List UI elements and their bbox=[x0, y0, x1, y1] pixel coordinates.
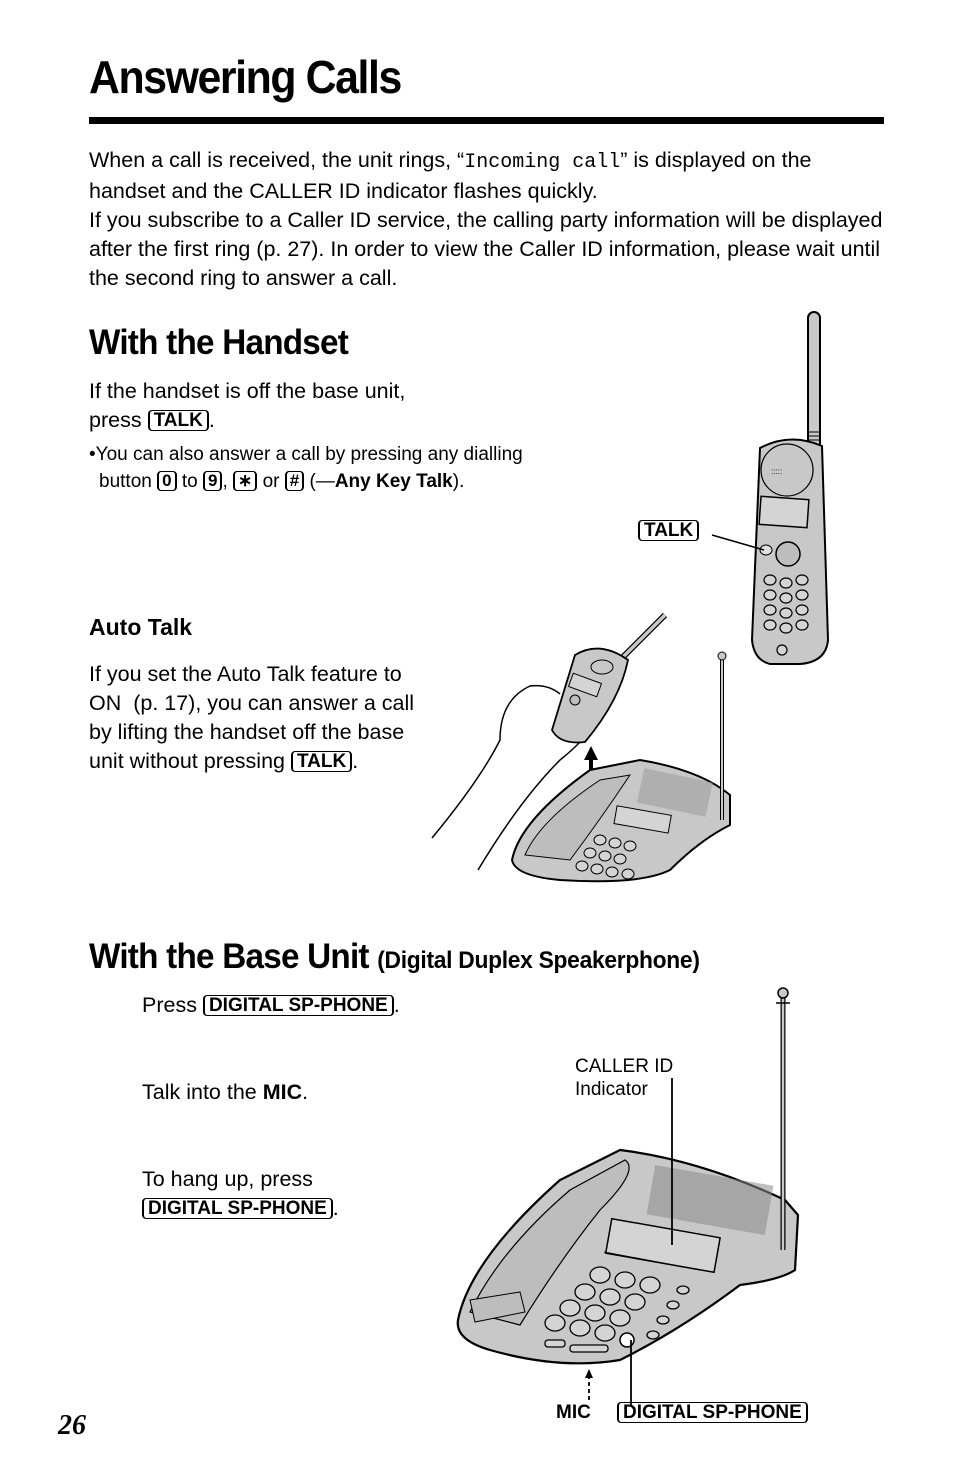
page-number: 26 bbox=[58, 1410, 86, 1441]
digital-sp-phone-key: DIGITAL SP-PHONE bbox=[202, 995, 394, 1016]
digital-sp-phone-key-label: DIGITAL SP-PHONE bbox=[617, 1402, 808, 1423]
talk-key-label: TALK bbox=[638, 520, 700, 541]
caller-id-indicator-label: CALLER ID Indicator bbox=[575, 1055, 673, 1101]
step3-text: To hang up, press bbox=[142, 1167, 313, 1191]
auto-talk-line-1: If you set the Auto Talk feature to bbox=[89, 662, 402, 686]
auto-talk-text: If you set the Auto Talk feature to ON (… bbox=[89, 660, 469, 776]
base-heading-main: With the Base Unit bbox=[89, 937, 370, 976]
mic-label: MIC bbox=[556, 1402, 591, 1423]
talk-key: TALK bbox=[290, 751, 353, 772]
period: . bbox=[352, 749, 359, 773]
mic-arrow bbox=[585, 1369, 593, 1400]
auto-talk-line-4-text: unit without pressing bbox=[89, 749, 285, 773]
sp-phone-figure-label: DIGITAL SP-PHONE bbox=[617, 1402, 808, 1424]
caller-id-label-line-1: CALLER ID bbox=[575, 1056, 674, 1077]
step1-text: Press bbox=[142, 993, 197, 1017]
sp-phone-button bbox=[619, 1332, 635, 1348]
mic-bold: MIC bbox=[262, 1080, 303, 1104]
base-step-2: Talk into the MIC. bbox=[142, 1078, 308, 1107]
auto-talk-heading: Auto Talk bbox=[89, 614, 193, 640]
period: . bbox=[302, 1080, 309, 1104]
base-step-1: Press DIGITAL SP-PHONE. bbox=[142, 991, 400, 1020]
auto-talk-line-4: unit without pressing TALK. bbox=[89, 747, 469, 776]
handset-antenna bbox=[807, 311, 821, 453]
digital-sp-phone-key: DIGITAL SP-PHONE bbox=[142, 1198, 333, 1219]
section-heading-base-unit: With the Base Unit (Digital Duplex Speak… bbox=[89, 937, 700, 977]
base-step-3: To hang up, press DIGITAL SP-PHONE. bbox=[142, 1165, 339, 1223]
auto-talk-line-2: ON (p. 17), you can answer a call bbox=[89, 691, 415, 715]
period: . bbox=[393, 993, 400, 1017]
period: . bbox=[332, 1196, 339, 1220]
base-unit-large bbox=[456, 987, 800, 1365]
svg-text::::::: ::::: bbox=[771, 467, 782, 476]
base-heading-sub: (Digital Duplex Speakerphone) bbox=[377, 947, 700, 974]
auto-talk-line-3: by lifting the handset off the base bbox=[89, 720, 405, 744]
step2-text: Talk into the bbox=[142, 1080, 257, 1104]
caller-id-label-line-2: Indicator bbox=[575, 1079, 648, 1100]
figure-label-talk: TALK bbox=[638, 520, 700, 542]
